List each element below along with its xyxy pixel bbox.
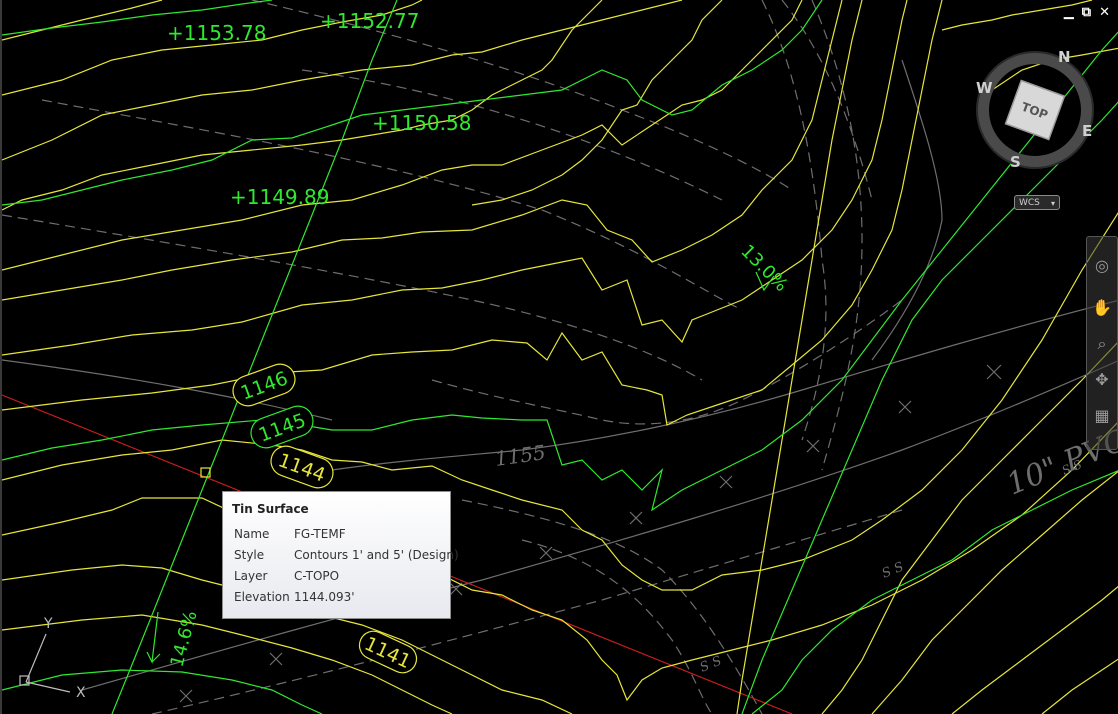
wcs-label: WCS bbox=[1019, 198, 1040, 208]
tooltip-row: Name FG-TEMF bbox=[234, 527, 449, 543]
restore-button[interactable]: ⧉ bbox=[1082, 6, 1091, 20]
zoom-icon[interactable]: ⌕ bbox=[1091, 333, 1113, 355]
tooltip-value: 1144.093' bbox=[294, 590, 355, 604]
drawing-viewport[interactable]: +1153.78 +1152.77 +1150.58 +1149.89 1146… bbox=[0, 0, 1118, 714]
green-contours bbox=[2, 0, 1118, 714]
svg-text:+1152.77: +1152.77 bbox=[320, 9, 419, 33]
compass-north[interactable]: N bbox=[1058, 48, 1071, 66]
slope-label-2: 14.6% bbox=[167, 609, 202, 670]
tooltip-key: Elevation bbox=[234, 590, 290, 604]
svg-text:+1153.78: +1153.78 bbox=[167, 21, 266, 45]
showmotion-icon[interactable]: ▦ bbox=[1091, 405, 1113, 427]
compass-west[interactable]: W bbox=[976, 79, 993, 97]
wcs-dropdown[interactable]: WCS ▾ bbox=[1014, 195, 1060, 210]
pan-hand-icon[interactable]: ✋ bbox=[1091, 297, 1113, 319]
orbit-icon[interactable]: ✥ bbox=[1091, 369, 1113, 391]
ucs-icon: Y X bbox=[19, 616, 86, 701]
svg-text:+1150.58: +1150.58 bbox=[372, 111, 471, 135]
drawing-canvas[interactable]: +1153.78 +1152.77 +1150.58 +1149.89 1146… bbox=[2, 0, 1118, 714]
close-button[interactable]: ✕ bbox=[1099, 6, 1110, 20]
chevron-down-icon: ▾ bbox=[1050, 199, 1055, 208]
slope-arrow-2 bbox=[146, 611, 161, 665]
tooltip-row: Elevation 1144.093' bbox=[234, 590, 449, 606]
navigation-bar: ◎ ✋ ⌕ ✥ ▦ bbox=[1086, 236, 1118, 450]
tooltip-key: Layer bbox=[234, 569, 268, 583]
sewer-label-2: S S bbox=[880, 560, 906, 582]
minimize-button[interactable]: ▁ bbox=[1064, 6, 1074, 20]
tooltip-row: Style Contours 1' and 5' (Design) bbox=[234, 548, 459, 564]
svg-text:+1149.89: +1149.89 bbox=[230, 185, 329, 209]
tooltip-row: Layer C-TOPO bbox=[234, 569, 449, 585]
viewport-window-controls: ▁ ⧉ ✕ bbox=[1064, 6, 1110, 20]
grey-contour-label: 1155 bbox=[493, 440, 547, 471]
tooltip-key: Style bbox=[234, 548, 265, 562]
tooltip-value: FG-TEMF bbox=[294, 527, 346, 541]
sewer-label-3: S S bbox=[698, 654, 724, 676]
steering-wheel-icon[interactable]: ◎ bbox=[1091, 255, 1113, 277]
tooltip-value: Contours 1' and 5' (Design) bbox=[294, 548, 459, 562]
yellow-contours bbox=[2, 0, 1118, 714]
svg-text:X: X bbox=[76, 685, 86, 701]
tin-surface-tooltip: Tin Surface Name FG-TEMF Style Contours … bbox=[222, 491, 459, 619]
compass-south[interactable]: S bbox=[1010, 153, 1021, 171]
existing-contours bbox=[2, 0, 1118, 714]
svg-text:Y: Y bbox=[43, 616, 53, 632]
tooltip-key: Name bbox=[234, 527, 270, 541]
compass-east[interactable]: E bbox=[1082, 122, 1092, 140]
tooltip-value: C-TOPO bbox=[294, 569, 340, 583]
spot-elevations: +1153.78 +1152.77 +1150.58 +1149.89 bbox=[167, 9, 471, 209]
slope-label-1: 13.0% bbox=[736, 241, 791, 296]
tooltip-title: Tin Surface bbox=[232, 502, 309, 516]
